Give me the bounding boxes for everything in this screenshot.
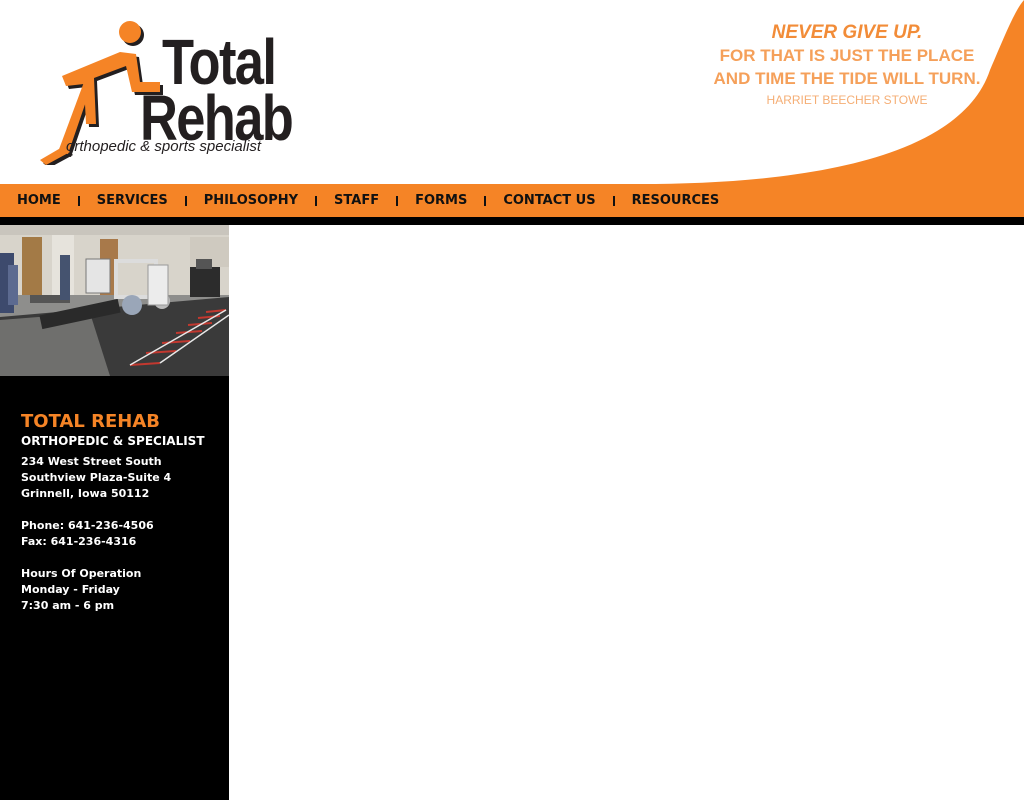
sidebar-title: TOTAL REHAB	[21, 411, 160, 432]
nav-separator	[484, 195, 487, 206]
logo-tagline: orthopedic & sports specialist	[66, 138, 262, 155]
total-rehab-logo[interactable]: Total Rehab orthopedic & sports speciali…	[36, 20, 296, 165]
hours-title: Hours Of Operation	[21, 567, 142, 580]
nav-forms[interactable]: FORMS	[415, 193, 467, 208]
site-header: Total Rehab orthopedic & sports speciali…	[0, 0, 1024, 184]
fax-number: Fax: 641-236-4316	[21, 535, 137, 548]
nav-staff[interactable]: STAFF	[334, 193, 379, 208]
nav-separator	[612, 195, 615, 206]
inspirational-quote: NEVER GIVE UP. FOR THAT IS JUST THE PLAC…	[700, 22, 994, 107]
quote-line-2: FOR THAT IS JUST THE PLACE	[719, 46, 975, 65]
nav-services[interactable]: SERVICES	[97, 193, 168, 208]
nav-separator	[184, 195, 187, 206]
nav-resources[interactable]: RESOURCES	[632, 193, 720, 208]
main-navigation: HOME SERVICES PHILOSOPHY STAFF FORMS CON…	[0, 184, 1024, 217]
nav-home[interactable]: HOME	[17, 193, 61, 208]
hours-time: 7:30 am - 6 pm	[21, 599, 115, 612]
sidebar: TOTAL REHAB ORTHOPEDIC & SPECIALIST 234 …	[0, 225, 229, 800]
nav-contact-us[interactable]: CONTACT US	[503, 193, 595, 208]
nav-separator	[77, 195, 80, 206]
quote-line-3: AND TIME THE TIDE WILL TURN.	[713, 69, 981, 88]
quote-line-1: NEVER GIVE UP.	[771, 22, 923, 43]
address-line: Grinnell, Iowa 50112	[21, 487, 150, 500]
main-content-area	[229, 225, 1024, 800]
address-line: Southview Plaza-Suite 4	[21, 471, 172, 484]
nav-philosophy[interactable]: PHILOSOPHY	[204, 193, 298, 208]
phone-number: Phone: 641-236-4506	[21, 519, 154, 532]
contact-info-block: TOTAL REHAB ORTHOPEDIC & SPECIALIST 234 …	[21, 411, 221, 614]
gym-equipment-photo	[0, 225, 229, 376]
quote-author: HARRIET BEECHER STOWE	[766, 93, 928, 107]
nav-separator	[315, 195, 318, 206]
nav-underline-bar	[0, 217, 1024, 225]
sidebar-subtitle: ORTHOPEDIC & SPECIALIST	[21, 434, 205, 448]
address-line: 234 West Street South	[21, 455, 162, 468]
nav-separator	[396, 195, 399, 206]
hours-days: Monday - Friday	[21, 583, 120, 596]
